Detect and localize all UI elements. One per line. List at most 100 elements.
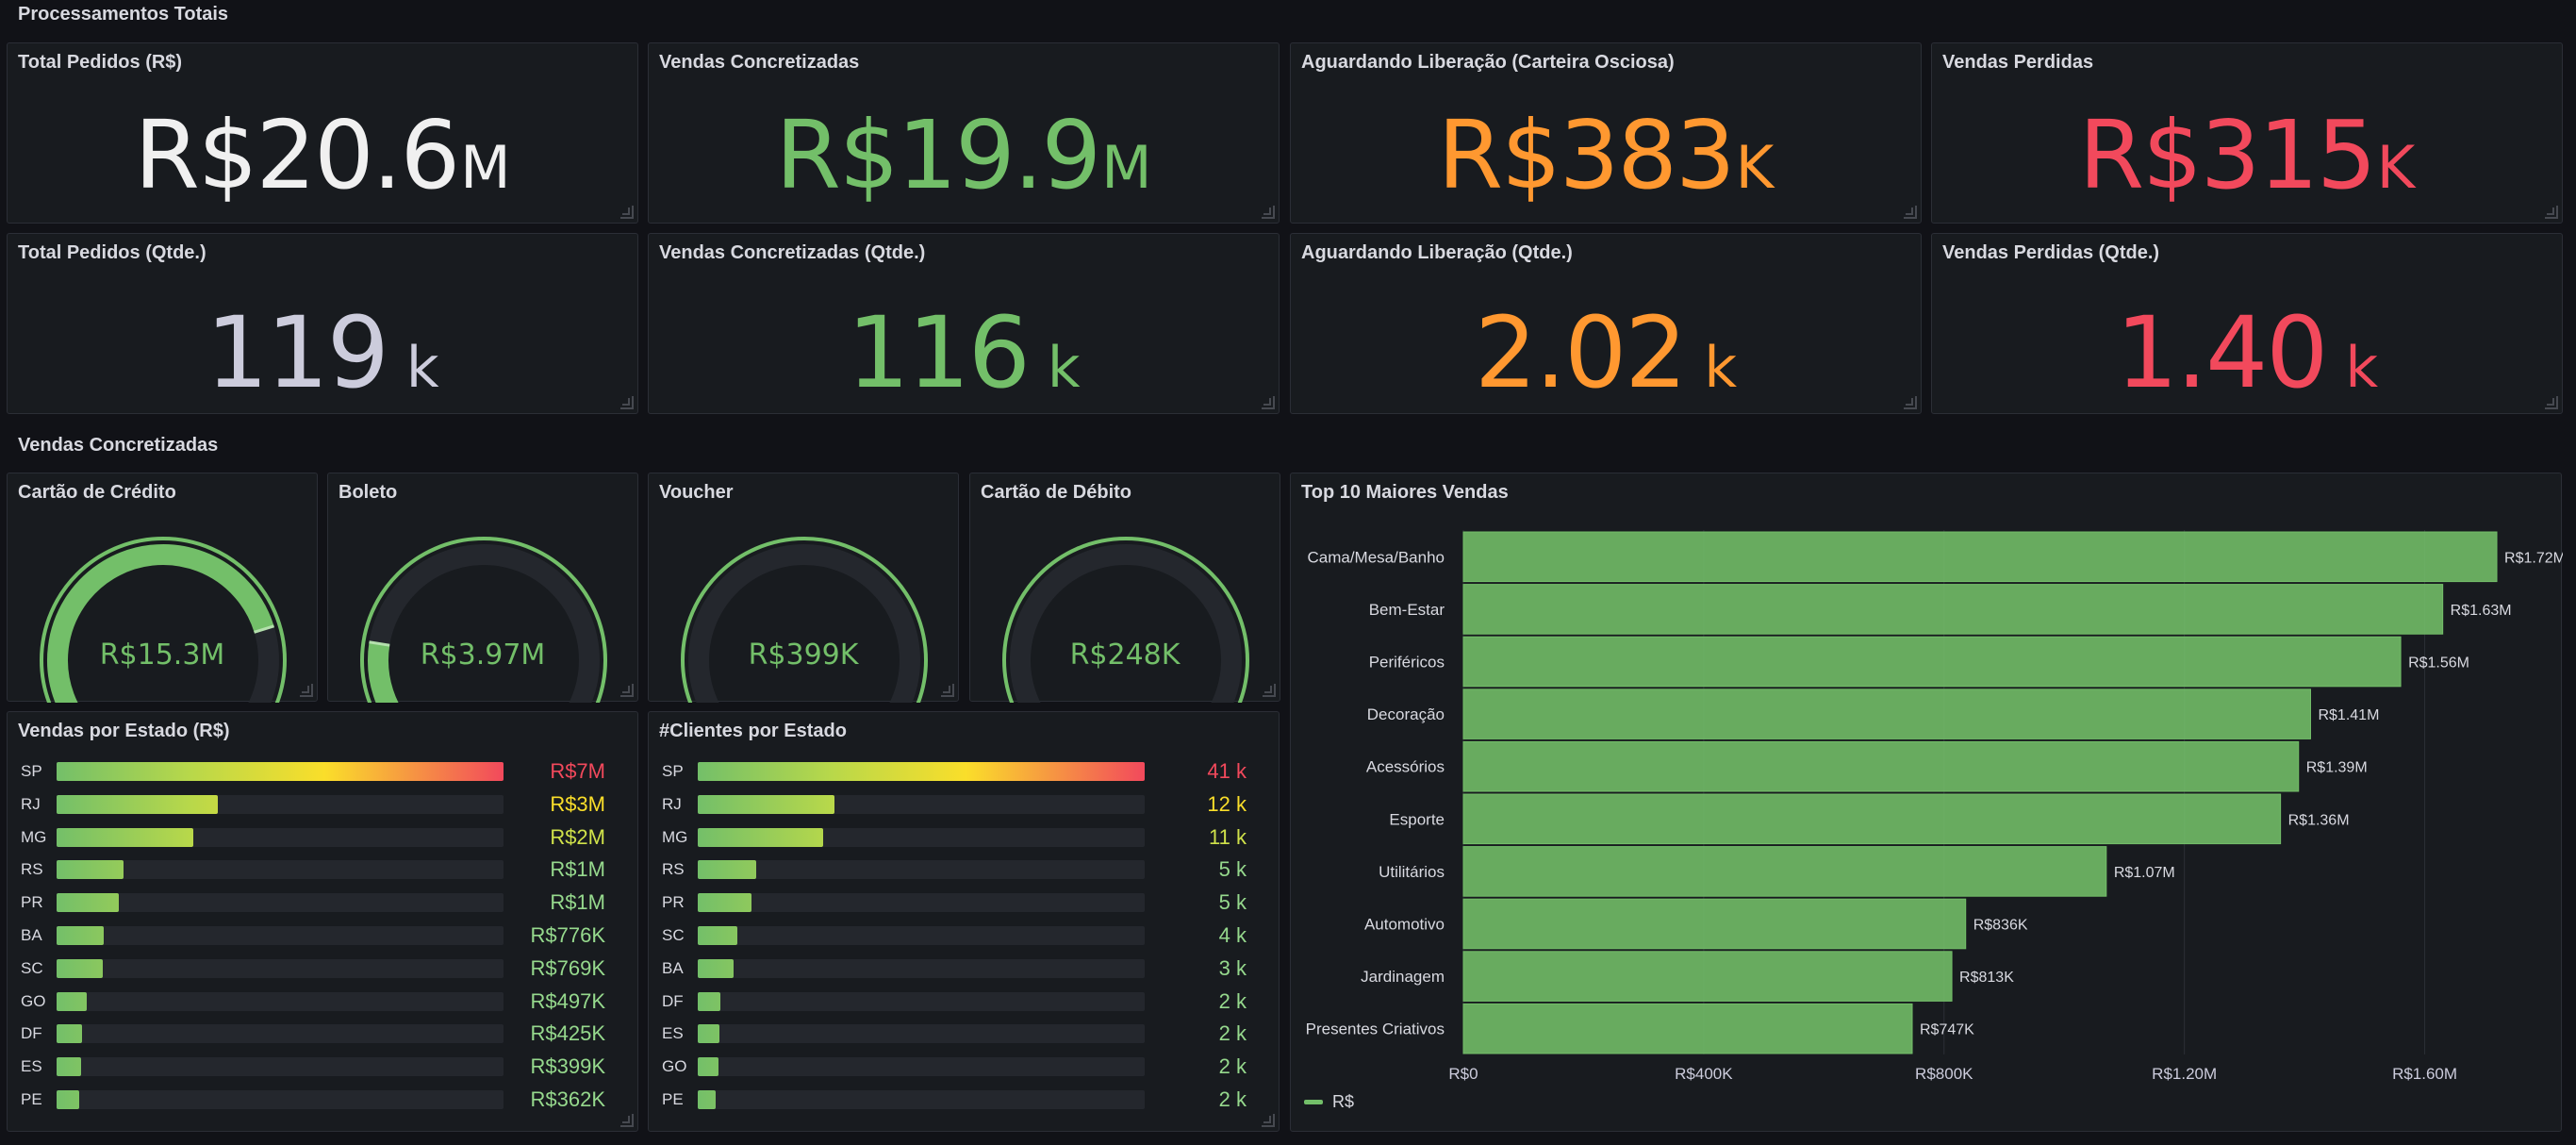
bar-fill bbox=[57, 893, 120, 913]
top10-chart: R$0 R$400K R$800K R$1.20M R$1.60M Cama/Mesa/B… bbox=[1304, 530, 2563, 1111]
state-label: PE bbox=[21, 1090, 42, 1108]
state-label: RS bbox=[662, 860, 685, 879]
bar-gauge-row: SP 41 k bbox=[649, 755, 1279, 788]
bar-track bbox=[57, 958, 504, 978]
state-label: MG bbox=[21, 827, 47, 846]
stat-unit: M bbox=[1101, 133, 1152, 202]
gauge-value: R$15.3M bbox=[99, 639, 225, 672]
stat-panel[interactable]: Vendas Perdidas (Qtde.) 1.40 k bbox=[1931, 233, 2563, 414]
bar-gauge-row: PE R$362K bbox=[8, 1084, 637, 1116]
bar-fill bbox=[57, 1024, 83, 1044]
x-tick-label: R$1.20M bbox=[2152, 1065, 2217, 1083]
resize-handle[interactable] bbox=[1904, 206, 1917, 219]
panel-title: Vendas por Estado (R$) bbox=[18, 721, 230, 741]
bar-fill bbox=[57, 1090, 79, 1109]
category-label: Utilitários bbox=[1379, 863, 1445, 881]
bar bbox=[1462, 740, 2300, 792]
resize-handle[interactable] bbox=[620, 684, 634, 697]
stat-value: 116 k bbox=[649, 295, 1279, 410]
resize-handle[interactable] bbox=[300, 684, 313, 697]
resize-handle[interactable] bbox=[2545, 206, 2558, 219]
state-label: BA bbox=[21, 926, 42, 944]
data-label: R$1.72M bbox=[2504, 550, 2563, 566]
bar-gauge-row: MG 11 k bbox=[649, 821, 1279, 854]
bar-track bbox=[698, 762, 1145, 781]
state-label: PR bbox=[662, 893, 685, 912]
bar-track bbox=[57, 794, 504, 814]
row-title-concretized[interactable]: Vendas Concretizadas bbox=[18, 435, 218, 456]
resize-handle[interactable] bbox=[1262, 1114, 1275, 1127]
stat-value: R$19.9M bbox=[649, 100, 1279, 210]
gauge-value-arc bbox=[47, 544, 274, 703]
bar-value: 4 k bbox=[1218, 923, 1247, 947]
resize-handle[interactable] bbox=[620, 206, 634, 219]
bar-value: R$769K bbox=[530, 955, 605, 980]
bar-fill bbox=[57, 991, 88, 1011]
stat-panel[interactable]: Aguardando Liberação (Carteira Osciosa) R… bbox=[1290, 42, 1922, 224]
stat-panel[interactable]: Vendas Concretizadas (Qtde.) 116 k bbox=[648, 233, 1280, 414]
x-tick-label: R$0 bbox=[1448, 1065, 1478, 1083]
panel-states-clients[interactable]: #Clientes por Estado SP 41 k RJ 12 k MG 11 k R… bbox=[648, 711, 1280, 1132]
category-label: Cama/Mesa/Banho bbox=[1307, 548, 1445, 566]
resize-handle[interactable] bbox=[1262, 396, 1275, 409]
state-label: RJ bbox=[21, 794, 41, 813]
bar-fill bbox=[698, 1024, 719, 1044]
stat-panel[interactable]: Vendas Concretizadas R$19.9M bbox=[648, 42, 1280, 224]
resize-handle[interactable] bbox=[941, 684, 954, 697]
bar-gauge-row: RS 5 k bbox=[649, 854, 1279, 886]
stat-unit: k bbox=[405, 335, 439, 401]
bar-value: 5 k bbox=[1218, 890, 1247, 915]
bar-fill bbox=[698, 926, 737, 945]
gauge-track bbox=[368, 544, 600, 703]
stat-unit: M bbox=[460, 133, 511, 202]
data-label: R$1.36M bbox=[2288, 812, 2350, 828]
panel-top10[interactable]: Top 10 Maiores Vendas R$0 R$400K R$800K R$1… bbox=[1290, 473, 2563, 1132]
state-label: ES bbox=[21, 1057, 42, 1076]
stat-panel[interactable]: Aguardando Liberação (Qtde.) 2.02 k bbox=[1290, 233, 1922, 414]
bar-value: R$7M bbox=[550, 759, 605, 783]
gauge-panel[interactable]: Voucher R$399K bbox=[648, 473, 959, 703]
category-label: Esporte bbox=[1389, 810, 1445, 828]
panel-states-value[interactable]: Vendas por Estado (R$) SP R$7M RJ R$3M MG R$2… bbox=[7, 711, 638, 1132]
state-label: SC bbox=[21, 958, 43, 977]
data-label: R$1.63M bbox=[2451, 603, 2512, 619]
bar-gauge-row: MG R$2M bbox=[8, 821, 637, 854]
bar-track bbox=[57, 893, 504, 913]
bar-track bbox=[57, 1057, 504, 1077]
gauge-panel[interactable]: Cartão de Débito R$248K bbox=[969, 473, 1280, 703]
stat-panel[interactable]: Vendas Perdidas R$315K bbox=[1931, 42, 2563, 224]
resize-handle[interactable] bbox=[1262, 206, 1275, 219]
bar-track bbox=[698, 893, 1145, 913]
gauge-panel[interactable]: Boleto R$3.97M bbox=[327, 473, 638, 703]
resize-handle[interactable] bbox=[1904, 396, 1917, 409]
bar-value: 2 k bbox=[1218, 1021, 1247, 1046]
state-label: SP bbox=[662, 762, 684, 780]
stat-unit: K bbox=[2376, 133, 2416, 202]
category-label: Jardinagem bbox=[1361, 968, 1445, 986]
legend-label: R$ bbox=[1332, 1092, 1354, 1111]
row-title-totals[interactable]: Processamentos Totais bbox=[18, 4, 228, 25]
bar-gauge-row: ES R$399K bbox=[8, 1051, 637, 1083]
stat-value: R$383K bbox=[1291, 100, 1921, 210]
bar-fill bbox=[698, 958, 734, 978]
gauge-panel[interactable]: Cartão de Crédito R$15.3M bbox=[7, 473, 318, 703]
stat-panel[interactable]: Total Pedidos (R$) R$20.6M bbox=[7, 42, 638, 224]
category-label: Decoração bbox=[1367, 705, 1445, 723]
state-label: SP bbox=[21, 762, 42, 780]
bar bbox=[1462, 531, 2498, 583]
bar-value: 2 k bbox=[1218, 1087, 1247, 1111]
stat-panel[interactable]: Total Pedidos (Qtde.) 119 k bbox=[7, 233, 638, 414]
state-label: ES bbox=[662, 1024, 684, 1043]
resize-handle[interactable] bbox=[1263, 684, 1276, 697]
bar-fill bbox=[57, 958, 103, 978]
state-label: DF bbox=[662, 991, 684, 1010]
state-label: MG bbox=[662, 827, 688, 846]
resize-handle[interactable] bbox=[620, 1114, 634, 1127]
resize-handle[interactable] bbox=[2545, 396, 2558, 409]
stat-number: R$19.9 bbox=[775, 100, 1101, 210]
data-label: R$1.07M bbox=[2114, 865, 2175, 881]
bar-track bbox=[698, 1024, 1145, 1044]
panel-title: Vendas Perdidas bbox=[1942, 52, 2094, 73]
resize-handle[interactable] bbox=[620, 396, 634, 409]
bar bbox=[1462, 584, 2444, 635]
